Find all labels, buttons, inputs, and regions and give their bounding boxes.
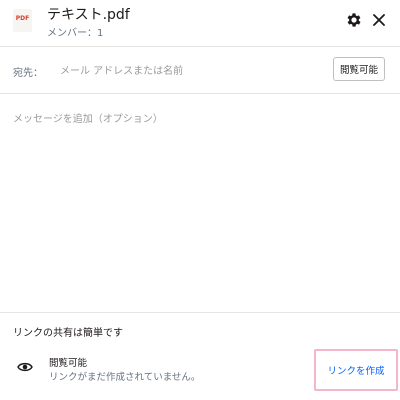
create-link-button[interactable]: リンクを作成 — [314, 349, 398, 391]
pdf-file-icon: PDF — [13, 9, 32, 32]
recipient-label: 宛先： — [13, 68, 43, 79]
recipient-permission-button[interactable]: 閲覧可能 — [333, 57, 385, 81]
message-input[interactable] — [13, 110, 387, 300]
close-icon — [373, 14, 385, 26]
link-section-divider — [0, 312, 400, 313]
link-section-heading: リンクの共有は簡単です — [13, 328, 123, 339]
recipient-divider — [0, 93, 400, 94]
gear-icon — [347, 13, 361, 27]
eye-icon — [17, 362, 33, 372]
close-button[interactable] — [370, 11, 388, 29]
file-name: テキスト.pdf — [47, 7, 130, 23]
share-header: PDF テキスト.pdf メンバー：1 — [0, 0, 400, 46]
link-status-text: リンクがまだ作成されていません。 — [49, 372, 201, 383]
pdf-icon-label: PDF — [15, 15, 30, 22]
recipient-input[interactable] — [55, 60, 320, 82]
link-permission-label: 閲覧可能 — [49, 358, 88, 369]
settings-button[interactable] — [345, 11, 363, 29]
recipient-row: 宛先： 閲覧可能 — [0, 47, 400, 93]
member-count: メンバー：1 — [47, 28, 104, 39]
